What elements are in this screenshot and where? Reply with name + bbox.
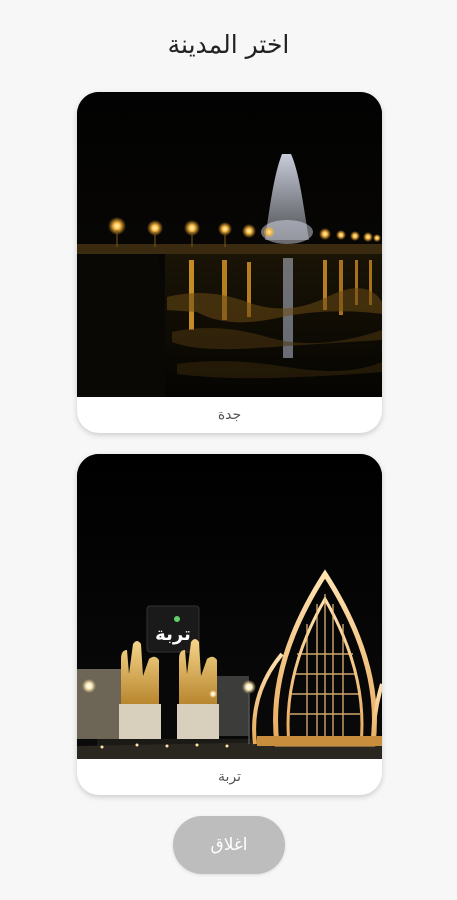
city-card-turabah[interactable]: تربة تربة <box>77 454 382 795</box>
close-button[interactable]: اغلاق <box>173 816 285 874</box>
city-name-turabah: تربة <box>217 769 242 785</box>
city-name-jeddah: جدة <box>217 407 242 423</box>
turabah-sign-text: تربة <box>155 624 191 645</box>
page-title: اختر المدينة <box>167 30 290 59</box>
jeddah-photo <box>77 92 382 397</box>
city-card-jeddah[interactable]: جدة <box>77 92 382 433</box>
turabah-photo: تربة <box>77 454 382 759</box>
